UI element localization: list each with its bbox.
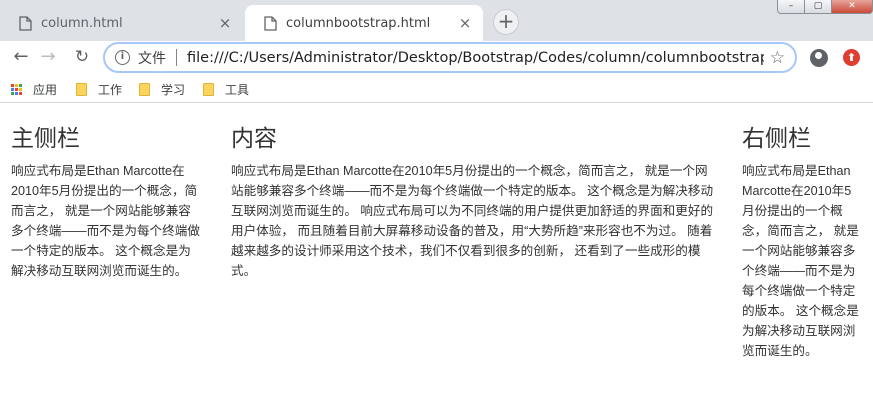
address-bar[interactable]: i 文件 file:///C:/Users/Administrator/Desk… (103, 42, 797, 73)
bookmark-folder-study[interactable]: 学习 (139, 80, 185, 98)
right-sidebar-column: 右侧栏 响应式布局是Ethan Marcotte在2010年5月份提出的一个概念… (742, 124, 861, 361)
bookmark-label: 工作 (98, 82, 123, 97)
extension-icon[interactable]: ⬆ (843, 49, 860, 66)
url-text[interactable]: file:///C:/Users/Administrator/Desktop/B… (187, 50, 764, 66)
page-icon (19, 15, 32, 31)
right-sidebar-text: 响应式布局是Ethan Marcotte在2010年5月份提出的一个概念，简而言… (742, 164, 859, 358)
right-sidebar-heading: 右侧栏 (742, 125, 811, 151)
forward-button[interactable]: → (35, 44, 61, 70)
folder-icon (203, 82, 214, 96)
info-icon[interactable]: i (115, 50, 130, 65)
close-tab-icon[interactable]: × (217, 15, 233, 31)
maximize-button[interactable]: ▢ (804, 0, 832, 14)
tab-strip: column.html × columnbootstrap.html × + –… (0, 0, 873, 41)
main-content-text: 响应式布局是Ethan Marcotte在2010年5月份提出的一个概念，简而言… (231, 164, 714, 278)
close-tab-icon[interactable]: × (457, 15, 473, 31)
new-tab-button[interactable]: + (493, 9, 519, 35)
bookmarks-bar: 应用 工作 学习 工具 (0, 75, 873, 103)
tab-column-html[interactable]: column.html × (0, 5, 243, 41)
tab-title: columnbootstrap.html (286, 15, 431, 31)
bookmark-folder-work[interactable]: 工作 (76, 80, 122, 98)
left-sidebar-text: 响应式布局是Ethan Marcotte在2010年5月份提出的一个概念，简而言… (11, 164, 200, 278)
back-button[interactable]: ← (8, 44, 34, 70)
bookmark-label: 工具 (225, 82, 250, 97)
divider (176, 49, 177, 66)
left-sidebar-column: 主侧栏 响应式布局是Ethan Marcotte在2010年5月份提出的一个概念… (11, 124, 201, 281)
main-content-column: 内容 响应式布局是Ethan Marcotte在2010年5月份提出的一个概念，… (231, 124, 714, 281)
file-label: 文件 (138, 50, 166, 67)
tab-columnbootstrap-html[interactable]: columnbootstrap.html × (245, 5, 483, 41)
tab-title: column.html (41, 15, 123, 31)
folder-icon (76, 82, 87, 96)
folder-icon (139, 82, 150, 96)
bookmark-label: 应用 (33, 82, 58, 97)
bookmark-apps[interactable]: 应用 (11, 80, 57, 98)
reload-button[interactable]: ↻ (69, 44, 95, 70)
browser-toolbar: ← → ↻ i 文件 file:///C:/Users/Administrato… (0, 41, 873, 75)
apps-grid-icon (11, 83, 22, 95)
star-icon[interactable]: ☆ (770, 48, 785, 68)
page-viewport: 主侧栏 响应式布局是Ethan Marcotte在2010年5月份提出的一个概念… (0, 106, 873, 415)
minimize-button[interactable]: – (777, 0, 805, 14)
bookmark-label: 学习 (161, 82, 186, 97)
left-sidebar-heading: 主侧栏 (11, 125, 80, 151)
main-content-heading: 内容 (231, 125, 277, 151)
profile-icon[interactable] (810, 49, 828, 67)
close-window-button[interactable]: ✕ (831, 0, 873, 14)
page-icon (264, 15, 277, 31)
bookmark-folder-tools[interactable]: 工具 (203, 80, 249, 98)
